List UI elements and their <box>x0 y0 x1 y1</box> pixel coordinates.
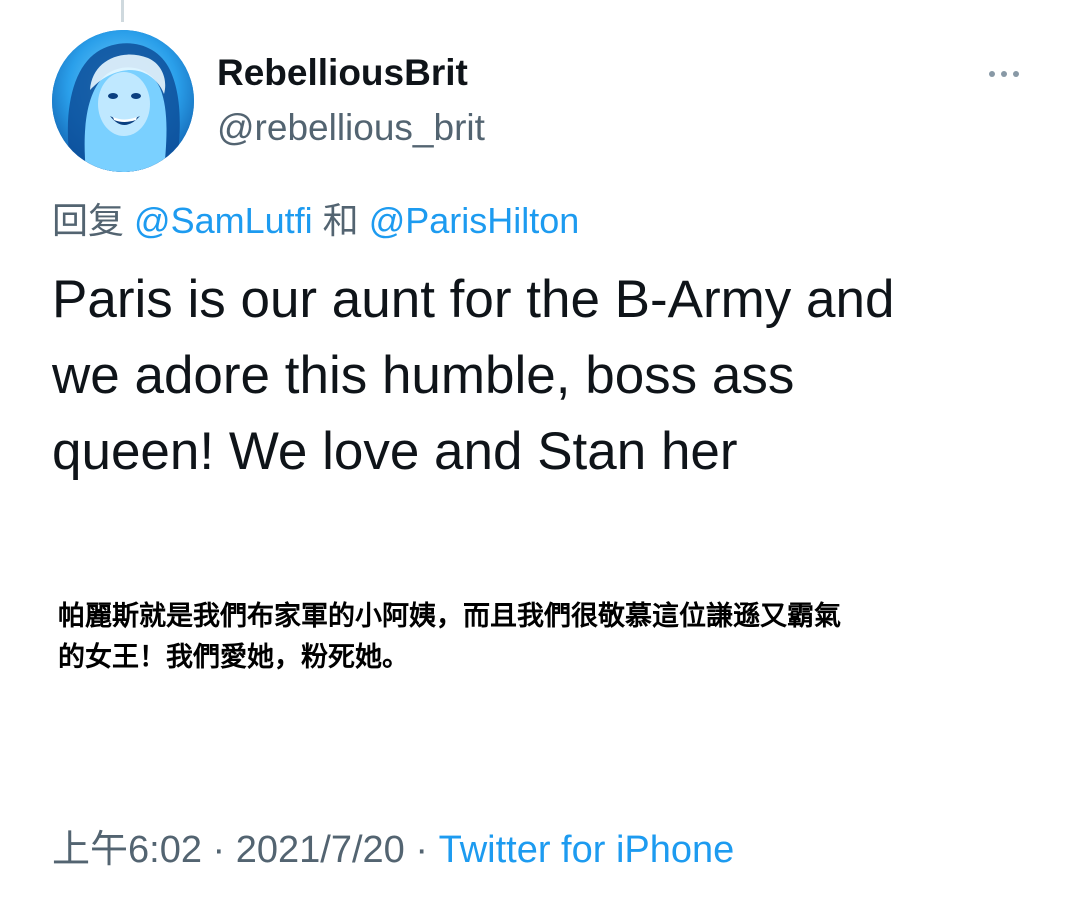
reply-joiner: 和 <box>322 200 359 241</box>
translation-line: 的女王！我們愛她，粉死她。 <box>58 642 409 673</box>
tweet-text-line: queen! We love and Stan her <box>52 422 738 481</box>
thread-connector-line <box>121 0 124 22</box>
tweet-metadata: 上午6:02 · 2021/7/20 · Twitter for iPhone <box>52 818 734 873</box>
chinese-translation-caption: 帕麗斯就是我們布家軍的小阿姨，而且我們很敬慕這位謙遜又霸氣 的女王！我們愛她，粉… <box>58 596 1048 678</box>
tweet-source-link[interactable]: Twitter for iPhone <box>439 829 735 871</box>
user-handle[interactable]: @rebellious_brit <box>217 107 485 149</box>
display-name[interactable]: RebelliousBrit <box>217 52 468 94</box>
replying-to: 回复 @SamLutfi 和 @ParisHilton <box>52 192 579 244</box>
mention-link-parishilton[interactable]: @ParisHilton <box>369 200 580 241</box>
tweet-text-line: Paris is our aunt for the B-Army and <box>52 270 895 329</box>
avatar-image <box>52 30 194 172</box>
reply-prefix: 回复 <box>52 200 125 241</box>
more-options-button[interactable] <box>980 60 1028 88</box>
tweet-date[interactable]: 2021/7/20 <box>236 829 405 871</box>
tweet-time[interactable]: 上午6:02 <box>52 829 202 871</box>
mention-link-samlutfi[interactable]: @SamLutfi <box>134 200 313 241</box>
more-horizontal-icon <box>989 71 995 77</box>
tweet-text: Paris is our aunt for the B-Army and we … <box>52 262 1042 490</box>
more-horizontal-icon <box>1013 71 1019 77</box>
tweet-text-line: we adore this humble, boss ass <box>52 346 795 405</box>
tweet-card: RebelliousBrit @rebellious_brit 回复 @SamL… <box>0 0 1080 897</box>
more-horizontal-icon <box>1001 71 1007 77</box>
meta-separator: · <box>415 829 429 871</box>
meta-separator: · <box>212 829 226 871</box>
avatar[interactable] <box>52 30 194 172</box>
translation-line: 帕麗斯就是我們布家軍的小阿姨，而且我們很敬慕這位謙遜又霸氣 <box>58 601 841 632</box>
